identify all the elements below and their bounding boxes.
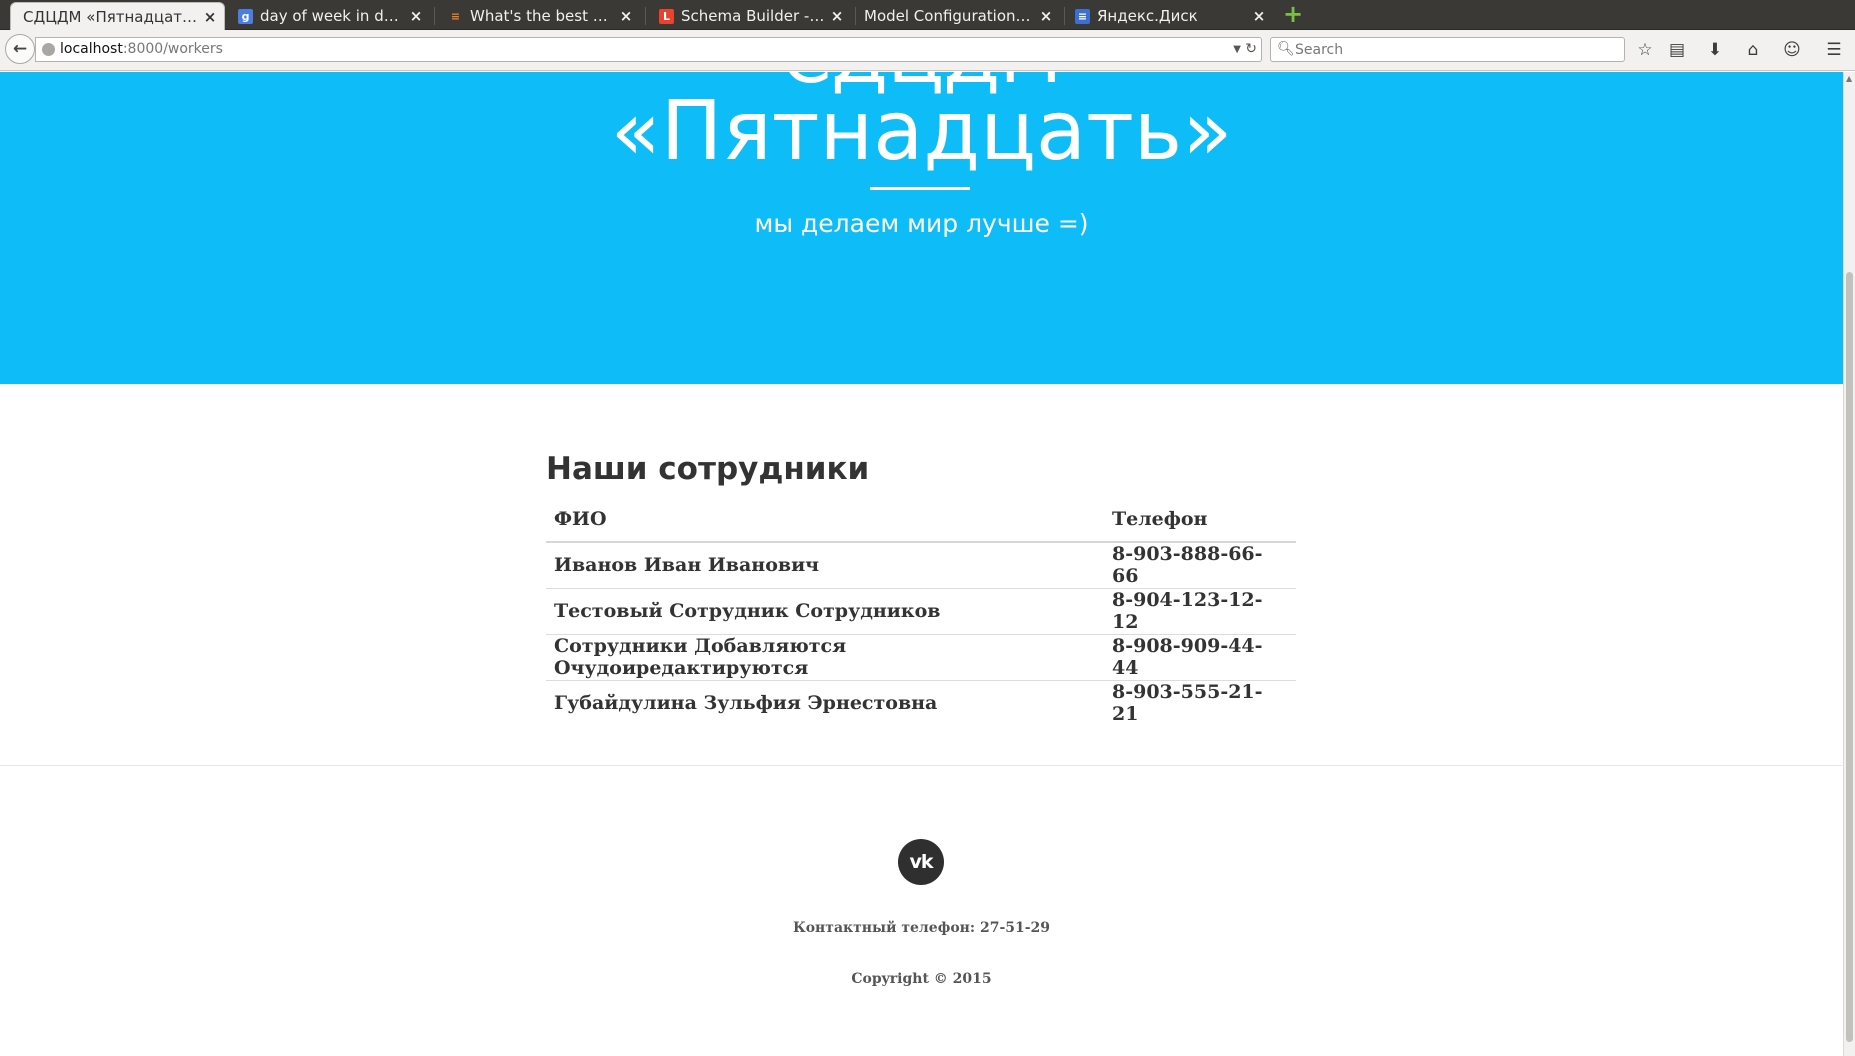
table-row: Тестовый Сотрудник Сотрудников 8-904-123… bbox=[546, 587, 1296, 634]
worker-phone: 8-903-888-66-66 bbox=[1112, 543, 1263, 588]
worker-phone: 8-903-555-21-21 bbox=[1104, 679, 1296, 726]
close-icon[interactable]: × bbox=[829, 2, 845, 30]
footer-copyright: Copyright © 2015 bbox=[851, 971, 992, 987]
workers-table: ФИО Телефон Иванов Иван Иванович 8-903-8… bbox=[546, 497, 1296, 726]
vk-icon[interactable]: vk bbox=[898, 839, 944, 885]
menu-icon[interactable]: ☰ bbox=[1823, 38, 1845, 62]
reload-icon[interactable]: ↻ bbox=[1245, 38, 1257, 61]
section-title: Наши сотрудники bbox=[546, 451, 870, 487]
search-icon[interactable]: 🔍︎ bbox=[1277, 41, 1295, 57]
history-dropdown-icon[interactable]: ▼ bbox=[1233, 38, 1241, 61]
tab-model-config[interactable]: Model Configuration G... × bbox=[852, 2, 1060, 30]
tab-title: What's the best way... bbox=[470, 7, 614, 25]
yandex-disk-icon: ≡ bbox=[1075, 9, 1090, 24]
search-bar[interactable]: 🔍︎ bbox=[1270, 37, 1625, 62]
worker-name: Иванов Иван Иванович bbox=[554, 554, 820, 577]
navigation-bar: ← localhost:8000/workers ▼ ↻ 🔍︎ ☆ ▤ ⬇ ⌂ … bbox=[0, 30, 1855, 71]
url-bar[interactable]: localhost:8000/workers ▼ ↻ bbox=[35, 37, 1262, 62]
footer-contact-phone: Контактный телефон: 27-51-29 bbox=[792, 920, 1051, 936]
tab-title: СДЦДМ «Пятнадцать» ... bbox=[23, 8, 198, 26]
tab-separator bbox=[645, 7, 646, 25]
close-icon[interactable]: × bbox=[408, 2, 424, 30]
close-icon[interactable]: × bbox=[202, 3, 218, 30]
google-icon: g bbox=[238, 9, 253, 24]
tab-title: day of week in db - П... bbox=[260, 7, 404, 25]
back-button[interactable]: ← bbox=[5, 34, 35, 64]
url-path: :8000/workers bbox=[122, 41, 223, 57]
tab-yandex-disk[interactable]: ≡ Яндекс.Диск × bbox=[1063, 2, 1273, 30]
url-host: localhost bbox=[60, 41, 123, 57]
tab-title: Schema Builder - Lar... bbox=[681, 7, 825, 25]
table-header-row: ФИО Телефон bbox=[546, 497, 1296, 543]
laravel-icon: L bbox=[659, 9, 674, 24]
home-icon[interactable]: ⌂ bbox=[1742, 38, 1764, 62]
column-header-phone: Телефон bbox=[1104, 497, 1296, 543]
close-icon[interactable]: × bbox=[1038, 2, 1054, 30]
tab-separator bbox=[434, 7, 435, 25]
worker-name: Тестовый Сотрудник Сотрудников bbox=[546, 587, 1104, 634]
worker-name: Сотрудники Добавляются Очудоиредактируют… bbox=[546, 633, 1104, 680]
tab-title: Model Configuration G... bbox=[864, 7, 1034, 25]
hero-banner: СДЦДМ «Пятнадцать» мы делаем мир лучше =… bbox=[0, 72, 1843, 384]
table-row: Иванов Иван Иванович 8-903-888-66-66 bbox=[546, 542, 1296, 588]
hero-divider bbox=[870, 187, 970, 190]
tab-title: Яндекс.Диск bbox=[1097, 7, 1198, 25]
worker-phone: 8-904-123-12-12 bbox=[1104, 587, 1296, 634]
close-icon[interactable]: × bbox=[1251, 2, 1267, 30]
tab-google[interactable]: g day of week in db - П... × bbox=[226, 2, 430, 30]
column-header-name: ФИО bbox=[546, 497, 1104, 543]
scroll-up-icon[interactable]: ▲ bbox=[1846, 74, 1852, 83]
site-identity-icon[interactable] bbox=[42, 43, 55, 56]
tab-stackoverflow[interactable]: ≡ What's the best way... × bbox=[436, 2, 640, 30]
workers-section: Наши сотрудники ФИО Телефон Иванов Иван … bbox=[546, 447, 1296, 726]
hero-subtitle: мы делаем мир лучше =) bbox=[754, 209, 1089, 238]
worker-name: Губайдулина Зульфия Эрнестовна bbox=[546, 679, 1104, 726]
page-scrollbar[interactable]: ▲ bbox=[1843, 72, 1855, 1056]
table-row: Губайдулина Зульфия Эрнестовна 8-903-555… bbox=[546, 679, 1296, 726]
hero-title: «Пятнадцать» bbox=[610, 84, 1233, 179]
scroll-thumb[interactable] bbox=[1846, 272, 1853, 1042]
chat-icon[interactable]: ☺ bbox=[1781, 38, 1803, 62]
new-tab-button[interactable]: + bbox=[1283, 2, 1303, 26]
url-text[interactable]: localhost:8000/workers bbox=[60, 38, 223, 61]
page-viewport: СДЦДМ «Пятнадцать» мы делаем мир лучше =… bbox=[0, 72, 1843, 1056]
search-input[interactable] bbox=[1295, 39, 1615, 60]
back-arrow-icon: ← bbox=[12, 39, 28, 59]
tab-laravel[interactable]: L Schema Builder - Lar... × bbox=[647, 2, 851, 30]
close-icon[interactable]: × bbox=[618, 2, 634, 30]
bookmark-star-icon[interactable]: ☆ bbox=[1634, 38, 1656, 62]
table-row: Сотрудники Добавляются Очудоиредактируют… bbox=[546, 633, 1296, 680]
reading-list-icon[interactable]: ▤ bbox=[1666, 38, 1688, 62]
worker-phone: 8-908-909-44-44 bbox=[1104, 633, 1296, 680]
download-icon[interactable]: ⬇ bbox=[1704, 38, 1726, 62]
tab-current[interactable]: СДЦДМ «Пятнадцать» ... × bbox=[10, 2, 225, 30]
stackoverflow-icon: ≡ bbox=[450, 10, 461, 23]
footer-divider bbox=[0, 765, 1843, 766]
tab-bar: СДЦДМ «Пятнадцать» ... × g day of week i… bbox=[0, 0, 1855, 30]
